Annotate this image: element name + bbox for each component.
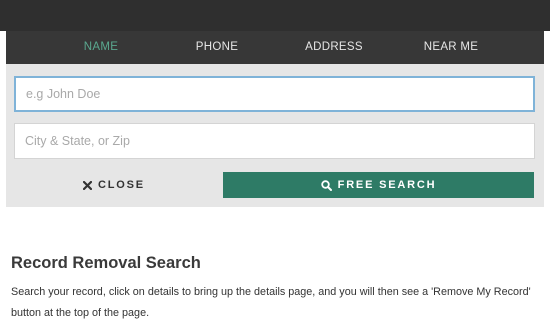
- section-title: Record Removal Search: [11, 254, 201, 272]
- name-input[interactable]: [14, 76, 535, 112]
- search-tabs: NAME PHONE ADDRESS NEAR ME: [6, 31, 544, 64]
- free-search-button-label: FREE SEARCH: [337, 179, 437, 191]
- location-input[interactable]: [14, 123, 535, 159]
- section-description: Search your record, click on details to …: [11, 286, 531, 319]
- tab-near-me[interactable]: NEAR ME: [411, 31, 491, 64]
- tab-phone[interactable]: PHONE: [182, 31, 252, 64]
- free-search-button[interactable]: FREE SEARCH: [223, 172, 534, 198]
- search-form: CLOSE FREE SEARCH: [6, 64, 544, 207]
- tab-name[interactable]: NAME: [66, 31, 136, 64]
- close-icon: [83, 180, 93, 190]
- close-button-label: CLOSE: [98, 179, 145, 191]
- tab-address[interactable]: ADDRESS: [294, 31, 374, 64]
- search-panel: NAME PHONE ADDRESS NEAR ME CLOSE FREE SE…: [6, 31, 544, 207]
- top-bar: [0, 0, 550, 31]
- close-button[interactable]: CLOSE: [14, 172, 214, 198]
- search-icon: [320, 179, 332, 191]
